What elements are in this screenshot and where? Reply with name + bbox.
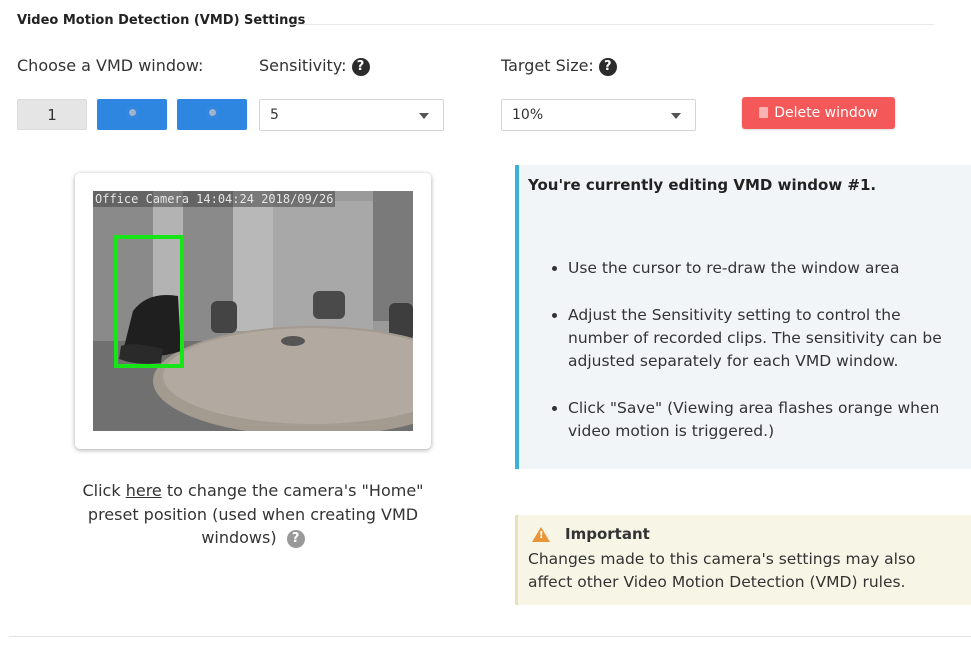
camera-preview-card: Office Camera 14:04:24 2018/09/26 (75, 173, 431, 449)
vmd-window-outline[interactable] (114, 235, 184, 368)
chevron-down-icon (419, 113, 429, 119)
target-size-value: 10% (512, 107, 544, 123)
list-item: Adjust the Sensitivity setting to contro… (568, 304, 966, 373)
camera-view[interactable]: Office Camera 14:04:24 2018/09/26 (93, 191, 413, 431)
warning-icon-mark: ! (539, 530, 544, 541)
home-preset-text: Click here to change the camera's "Home"… (80, 479, 426, 550)
vmd-window-2-button[interactable] (97, 99, 167, 130)
chevron-down-icon (671, 113, 681, 119)
gear-icon (126, 107, 138, 118)
list-item: Use the cursor to re-draw the window are… (568, 257, 966, 280)
editing-info-list: Use the cursor to re-draw the window are… (528, 257, 966, 467)
target-size-label-row: Target Size:? (501, 56, 617, 76)
gear-icon (206, 107, 218, 118)
camera-osd-text: Office Camera 14:04:24 2018/09/26 (93, 191, 336, 207)
trash-icon (759, 107, 769, 118)
list-item: Click "Save" (Viewing area flashes orang… (568, 397, 966, 443)
home-preset-text-before: Click (82, 481, 126, 500)
editing-info-box: You're currently editing VMD window #1. … (515, 165, 971, 469)
sensitivity-label: Sensitivity: (259, 56, 347, 75)
target-size-help-icon[interactable]: ? (598, 58, 617, 76)
delete-window-button[interactable]: Delete window (742, 97, 895, 129)
delete-window-label: Delete window (774, 105, 878, 121)
home-preset-help-icon[interactable]: ? (286, 530, 305, 548)
vmd-window-label: Choose a VMD window: (17, 56, 204, 75)
sensitivity-help-icon[interactable]: ? (351, 58, 370, 76)
important-text: Changes made to this camera's settings m… (528, 550, 916, 591)
sensitivity-select[interactable]: 5 (259, 99, 444, 131)
important-title: Important (565, 525, 650, 543)
home-preset-link[interactable]: here (126, 481, 162, 500)
title-divider (290, 24, 934, 25)
sensitivity-label-row: Sensitivity:? (259, 56, 370, 76)
editing-info-heading: You're currently editing VMD window #1. (528, 176, 877, 194)
sensitivity-value: 5 (270, 107, 279, 123)
vmd-window-3-button[interactable] (177, 99, 247, 130)
vmd-window-1-button[interactable]: 1 (17, 99, 87, 130)
important-notice: ! Important Changes made to this camera'… (515, 515, 971, 605)
target-size-select[interactable]: 10% (501, 99, 696, 131)
bottom-divider (9, 636, 971, 637)
target-size-label: Target Size: (501, 56, 594, 75)
section-title: Video Motion Detection (VMD) Settings (17, 13, 306, 28)
